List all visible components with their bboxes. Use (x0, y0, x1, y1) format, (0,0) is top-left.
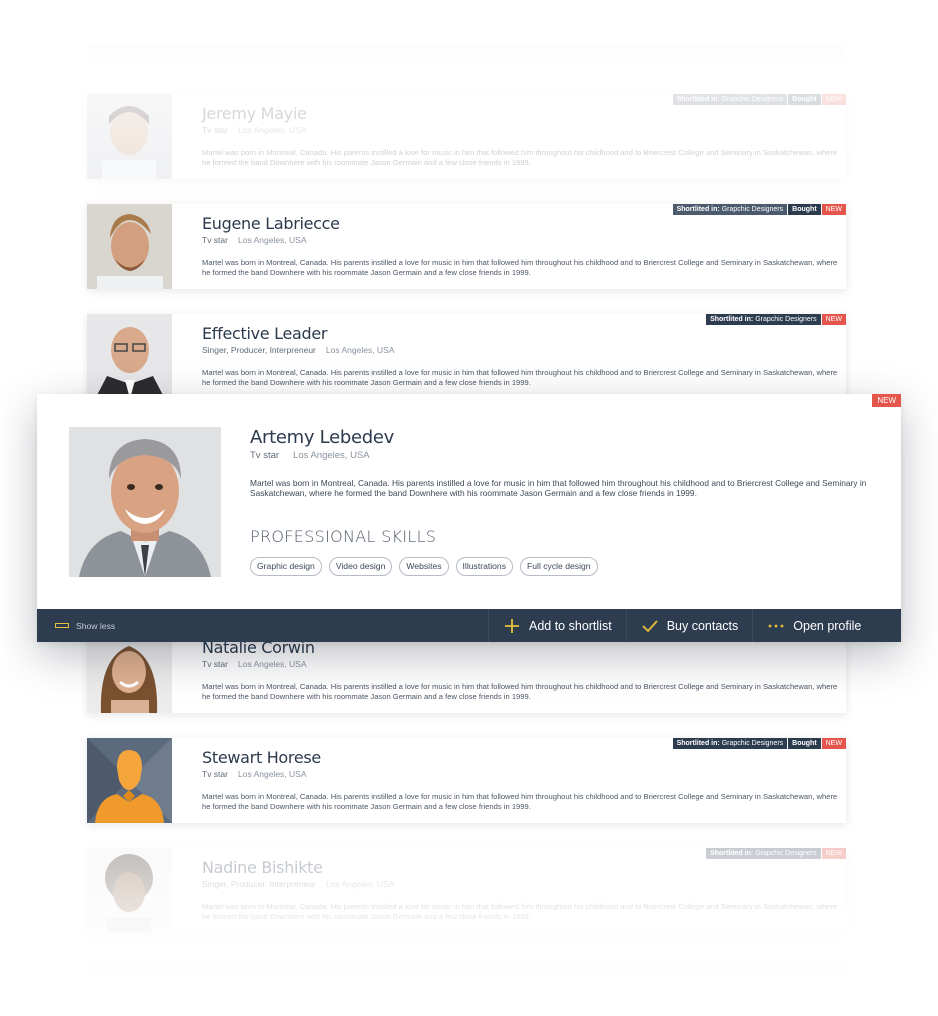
profile-role: Singer, Producer, Interpreneur (202, 879, 316, 889)
badge-group: Shortlited in: Grapchic Designers Bought… (672, 204, 846, 215)
skill-tag[interactable]: Websites (399, 557, 449, 576)
profile-card-effective-leader[interactable]: Effective Leader Singer, Producer, Inter… (87, 314, 846, 399)
avatar (87, 94, 172, 179)
add-to-shortlist-label: Add to shortlist (529, 618, 612, 633)
profile-bio: Martel was born in Montreal, Canada. His… (202, 258, 838, 277)
badge-group: Shortlited in: Grapchic Designers Bought… (672, 94, 846, 105)
profile-bio: Martel was born in Montreal, Canada. His… (250, 478, 867, 498)
profile-meta: Tv star Los Angeles, USA (250, 450, 370, 461)
show-less-label: Show less (76, 620, 116, 631)
profile-location: Los Angeles, USA (237, 125, 307, 135)
profile-card-stewart[interactable]: Stewart Horese Tv star Los Angeles, USA M… (87, 738, 846, 823)
profile-card-nadine[interactable]: Nadine Bishikte Singer, Producer, Interp… (87, 848, 846, 933)
profile-card-eugene[interactable]: Eugene Labriecce Tv star Los Angeles, USA… (87, 204, 846, 289)
skills-heading: PROFESSIONAL SKILLS (250, 527, 437, 546)
ellipsis-icon (767, 617, 785, 635)
buy-contacts-button[interactable]: Buy contacts (625, 609, 753, 642)
profile-location: Los Angeles, USA (237, 769, 307, 779)
ghost-row-top (87, 42, 846, 58)
new-badge: NEW (821, 738, 846, 749)
new-badge: NEW (872, 394, 901, 407)
new-badge: NEW (821, 848, 846, 859)
profile-role: Tv star (202, 659, 228, 669)
menu-lines-icon (55, 623, 69, 628)
profile-location: Los Angeles, USA (325, 345, 395, 355)
profile-meta: Tv star Los Angeles, USA (202, 659, 307, 669)
profile-location: Los Angeles, USA (325, 879, 395, 889)
profile-bio: Martel was born in Montreal, Canada. His… (202, 902, 838, 921)
profile-name[interactable]: Stewart Horese (202, 748, 321, 767)
profile-bio: Martel was born in Montreal, Canada. His… (202, 792, 838, 811)
profile-name[interactable]: Nadine Bishikte (202, 858, 323, 877)
profile-role: Tv star (202, 125, 228, 135)
profile-location: Los Angeles, USA (237, 659, 307, 669)
open-profile-label: Open profile (793, 618, 862, 633)
show-less-button[interactable]: Show less (55, 621, 488, 631)
skill-tag[interactable]: Video design (328, 557, 393, 576)
checkmark-icon (641, 617, 659, 635)
shortlisted-badge: Shortlited in: Grapchic Designers (706, 314, 821, 325)
expanded-profile-card[interactable]: NEW Artemy Lebedev Tv star Los Angeles, U… (37, 394, 901, 642)
shortlisted-badge: Shortlited in: Grapchic Designers (672, 204, 788, 215)
profile-role: Tv star (250, 450, 280, 461)
badge-group: Shortlited in: Grapchic Designers NEW (706, 848, 846, 859)
open-profile-button[interactable]: Open profile (752, 609, 875, 642)
skill-tag[interactable]: Illustrations (455, 557, 514, 576)
profile-card-jeremy[interactable]: Jeremy Mayie Tv star Los Angeles, USA Mar… (87, 94, 846, 179)
profile-name[interactable]: Artemy Lebedev (250, 427, 394, 448)
profile-bio: Martel was born in Montreal, Canada. His… (202, 148, 838, 167)
bought-badge: Bought (788, 738, 821, 749)
profile-meta: Singer, Producer, Interpreneur Los Angele… (202, 879, 394, 889)
badge-group: Shortlited in: Grapchic Designers NEW (706, 314, 846, 325)
action-bar: Show less Add to shortlist Buy contacts … (37, 609, 901, 642)
profile-meta: Tv star Los Angeles, USA (202, 235, 307, 245)
shortlisted-badge: Shortlited in: Grapchic Designers (672, 94, 788, 105)
profile-location: Los Angeles, USA (293, 450, 370, 461)
new-badge: NEW (821, 314, 846, 325)
shortlisted-badge: Shortlited in: Grapchic Designers (672, 738, 788, 749)
ghost-row-bottom (87, 962, 846, 978)
buy-contacts-label: Buy contacts (666, 618, 739, 633)
profile-role: Singer, Producer, Interpreneur (202, 345, 316, 355)
skills-list: Graphic design Video design Websites Ill… (250, 557, 598, 576)
profile-name[interactable]: Eugene Labriecce (202, 214, 340, 233)
badge-group: Shortlited in: Grapchic Designers Bought… (672, 738, 846, 749)
skill-tag[interactable]: Full cycle design (520, 557, 598, 576)
avatar (87, 204, 172, 289)
profile-bio: Martel was born in Montreal, Canada. His… (202, 682, 838, 701)
profile-meta: Tv star Los Angeles, USA (202, 769, 307, 779)
bought-badge: Bought (788, 204, 821, 215)
skill-tag[interactable]: Graphic design (250, 557, 322, 576)
new-badge: NEW (821, 94, 846, 105)
profile-bio: Martel was born in Montreal, Canada. His… (202, 368, 838, 387)
profile-name[interactable]: Effective Leader (202, 324, 328, 343)
avatar-large (69, 427, 221, 577)
add-to-shortlist-button[interactable]: Add to shortlist (488, 609, 626, 642)
profile-meta: Singer, Producer, Interpreneur Los Angele… (202, 345, 394, 355)
bought-badge: Bought (788, 94, 821, 105)
profile-role: Tv star (202, 235, 228, 245)
avatar (87, 314, 172, 399)
shortlisted-badge: Shortlited in: Grapchic Designers (706, 848, 821, 859)
profile-role: Tv star (202, 769, 228, 779)
avatar (87, 848, 172, 933)
profile-name[interactable]: Jeremy Mayie (202, 104, 307, 123)
plus-icon (503, 617, 521, 635)
avatar-placeholder (87, 738, 172, 823)
profile-meta: Tv star Los Angeles, USA (202, 125, 307, 135)
profile-location: Los Angeles, USA (237, 235, 307, 245)
new-badge: NEW (821, 204, 846, 215)
